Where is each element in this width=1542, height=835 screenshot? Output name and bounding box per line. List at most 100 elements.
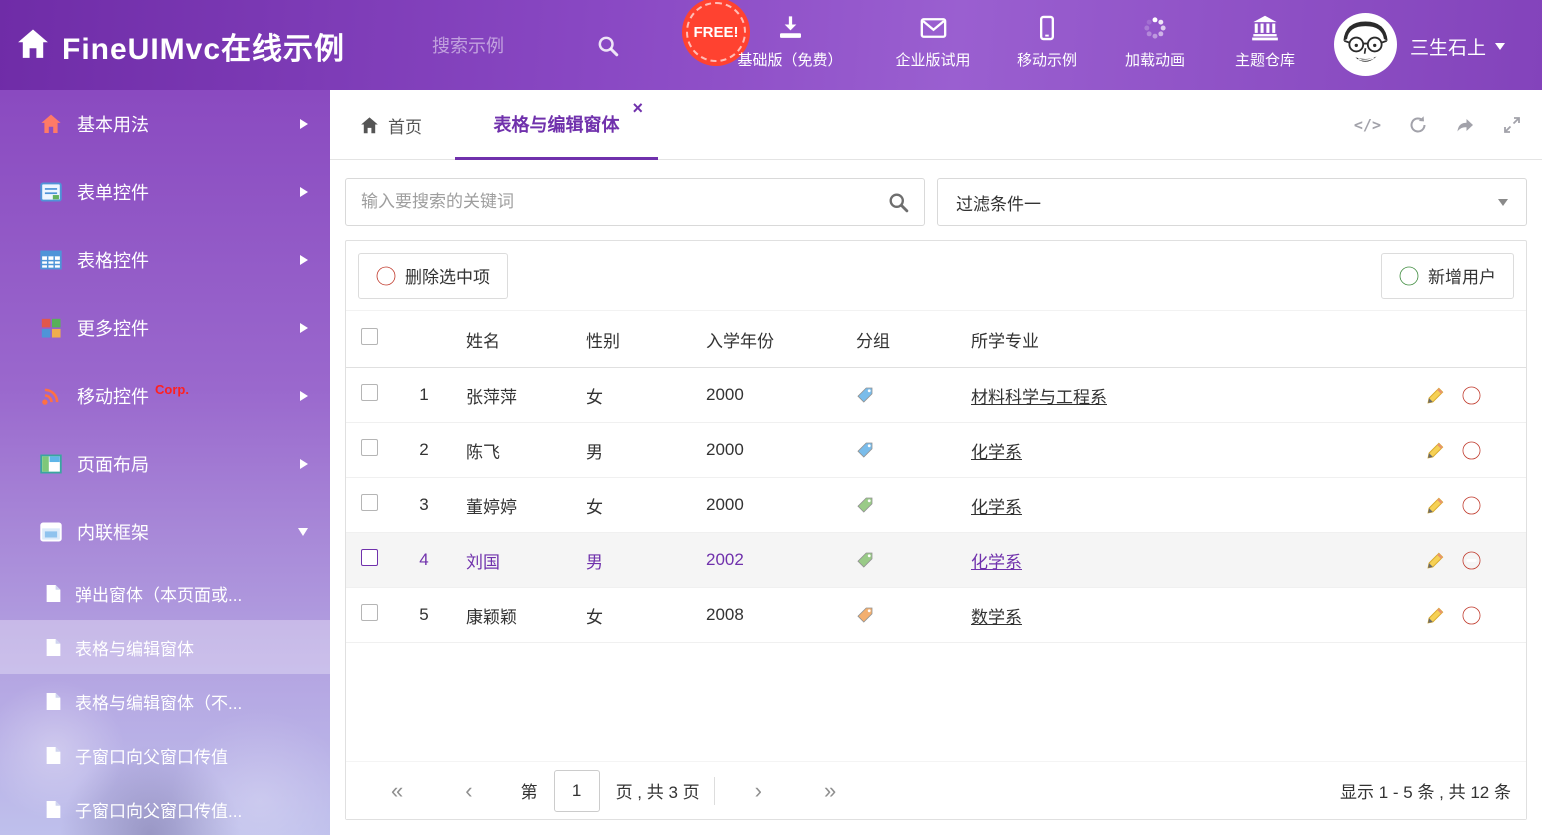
edit-pencil-icon[interactable] <box>1426 606 1445 625</box>
delete-minus-icon[interactable] <box>1462 606 1481 625</box>
mobile-icon <box>1033 14 1061 42</box>
tab-label: 首页 <box>388 113 422 138</box>
sidebar-subitem-popup-window[interactable]: 弹出窗体（本页面或... <box>0 566 330 620</box>
sidebar-item-label: 移动控件 <box>77 383 149 409</box>
table-row[interactable]: 3 董婷婷 女 2000 化学系 <box>346 478 1526 533</box>
cell-gender: 男 <box>574 438 694 463</box>
header-search-input[interactable] <box>432 36 597 57</box>
close-icon[interactable]: × <box>632 99 643 117</box>
row-checkbox[interactable] <box>361 604 378 621</box>
chevron-down-icon <box>298 528 308 536</box>
tab-grid-edit-window[interactable]: 表格与编辑窗体 × <box>455 90 658 160</box>
cell-name: 董婷婷 <box>454 493 574 518</box>
column-year: 入学年份 <box>694 327 844 352</box>
sidebar-item-mobile-controls[interactable]: 移动控件 Corp. <box>0 362 330 430</box>
nav-label: 企业版试用 <box>895 49 970 70</box>
sidebar-subitem-grid-edit-window[interactable]: 表格与编辑窗体 <box>0 620 330 674</box>
major-link[interactable]: 化学系 <box>971 553 1022 572</box>
file-icon <box>45 800 62 819</box>
sidebar-item-more-controls[interactable]: 更多控件 <box>0 294 330 362</box>
select-all-checkbox[interactable] <box>361 328 378 345</box>
delete-minus-icon[interactable] <box>1462 496 1481 515</box>
delete-minus-icon[interactable] <box>1462 386 1481 405</box>
row-checkbox[interactable] <box>361 549 378 566</box>
nav-item-theme-repo[interactable]: 主题仓库 <box>1235 14 1295 70</box>
nav-item-mobile-demo[interactable]: 移动示例 <box>1017 14 1077 70</box>
edit-pencil-icon[interactable] <box>1426 551 1445 570</box>
first-page-icon[interactable]: « <box>391 780 403 802</box>
sidebar-item-page-layout[interactable]: 页面布局 <box>0 430 330 498</box>
nav-item-enterprise-trial[interactable]: 企业版试用 <box>895 14 970 70</box>
tag-icon <box>856 386 874 404</box>
sidebar-subitem-label: 表格与编辑窗体（不... <box>75 689 242 714</box>
form-icon <box>40 181 62 203</box>
row-checkbox[interactable] <box>361 384 378 401</box>
edit-pencil-icon[interactable] <box>1426 496 1445 515</box>
filter-dropdown[interactable]: 过滤条件一 <box>937 178 1527 226</box>
minus-circle-icon <box>376 266 396 286</box>
file-icon <box>45 746 62 765</box>
row-checkbox[interactable] <box>361 494 378 511</box>
sidebar-item-basic-usage[interactable]: 基本用法 <box>0 90 330 158</box>
code-icon[interactable]: </> <box>1354 116 1381 134</box>
major-link[interactable]: 化学系 <box>971 443 1022 462</box>
edit-pencil-icon[interactable] <box>1426 386 1445 405</box>
plus-circle-icon <box>1399 266 1419 286</box>
avatar[interactable] <box>1334 13 1397 76</box>
tab-toolbar: </> <box>1354 90 1522 160</box>
user-menu[interactable]: 三生石上 <box>1410 33 1505 60</box>
nav-item-basic-free[interactable]: 基础版（免费） <box>737 14 842 70</box>
search-icon[interactable] <box>597 35 619 57</box>
file-icon <box>45 692 62 711</box>
major-link[interactable]: 材料科学与工程系 <box>971 388 1107 407</box>
cell-name: 张萍萍 <box>454 383 574 408</box>
home-icon[interactable] <box>16 27 50 61</box>
page-number-input[interactable] <box>554 770 600 812</box>
tab-home[interactable]: 首页 <box>360 90 422 160</box>
file-icon <box>45 584 62 603</box>
page-label-suffix: 页 , 共 3 页 <box>616 778 700 803</box>
table-row[interactable]: 1 张萍萍 女 2000 材料科学与工程系 <box>346 368 1526 423</box>
keyword-search-input[interactable] <box>361 192 888 212</box>
cell-year: 2002 <box>694 550 844 570</box>
refresh-icon[interactable] <box>1408 115 1428 135</box>
app-title: FineUIMvc在线示例 <box>62 24 345 68</box>
expand-icon[interactable] <box>1502 115 1522 135</box>
sidebar-subitem-child-to-parent[interactable]: 子窗口向父窗口传值 <box>0 728 330 782</box>
next-page-icon[interactable]: › <box>755 780 762 802</box>
table-row[interactable]: 2 陈飞 男 2000 化学系 <box>346 423 1526 478</box>
sidebar-item-label: 表格控件 <box>77 247 149 273</box>
sidebar-item-grid-controls[interactable]: 表格控件 <box>0 226 330 294</box>
share-icon[interactable] <box>1455 115 1475 135</box>
sidebar-subitem-child-to-parent-2[interactable]: 子窗口向父窗口传值... <box>0 782 330 835</box>
sidebar-item-label: 基本用法 <box>77 111 149 137</box>
delete-selected-button[interactable]: 删除选中项 <box>358 253 508 299</box>
sidebar: 基本用法 表单控件 表格控件 更多控件 移动控件 Corp. 页面布局 内联框架… <box>0 90 330 835</box>
row-checkbox[interactable] <box>361 439 378 456</box>
sidebar-item-form-controls[interactable]: 表单控件 <box>0 158 330 226</box>
delete-minus-icon[interactable] <box>1462 551 1481 570</box>
major-link[interactable]: 数学系 <box>971 608 1022 627</box>
search-icon[interactable] <box>888 192 909 213</box>
table-row[interactable]: 5 康颖颖 女 2008 数学系 <box>346 588 1526 643</box>
last-page-icon[interactable]: » <box>824 780 836 802</box>
edit-pencil-icon[interactable] <box>1426 441 1445 460</box>
cell-name: 陈飞 <box>454 438 574 463</box>
prev-page-icon[interactable]: ‹ <box>465 780 472 802</box>
sidebar-subitem-grid-edit-window-2[interactable]: 表格与编辑窗体（不... <box>0 674 330 728</box>
sidebar-subitem-label: 弹出窗体（本页面或... <box>75 581 242 606</box>
chevron-down-icon <box>1495 43 1505 50</box>
sidebar-subitem-label: 子窗口向父窗口传值 <box>75 743 228 768</box>
column-gender: 性别 <box>574 327 694 352</box>
row-number: 2 <box>394 440 454 460</box>
filter-dropdown-value: 过滤条件一 <box>956 190 1041 215</box>
sidebar-item-iframe[interactable]: 内联框架 <box>0 498 330 566</box>
major-link[interactable]: 化学系 <box>971 498 1022 517</box>
table-row-selected[interactable]: 4 刘国 男 2002 化学系 <box>346 533 1526 588</box>
tag-icon <box>856 606 874 624</box>
sidebar-item-label: 表单控件 <box>77 179 149 205</box>
row-number: 5 <box>394 605 454 625</box>
nav-item-loading-animation[interactable]: 加载动画 <box>1125 14 1185 70</box>
add-user-button[interactable]: 新增用户 <box>1381 253 1514 299</box>
delete-minus-icon[interactable] <box>1462 441 1481 460</box>
